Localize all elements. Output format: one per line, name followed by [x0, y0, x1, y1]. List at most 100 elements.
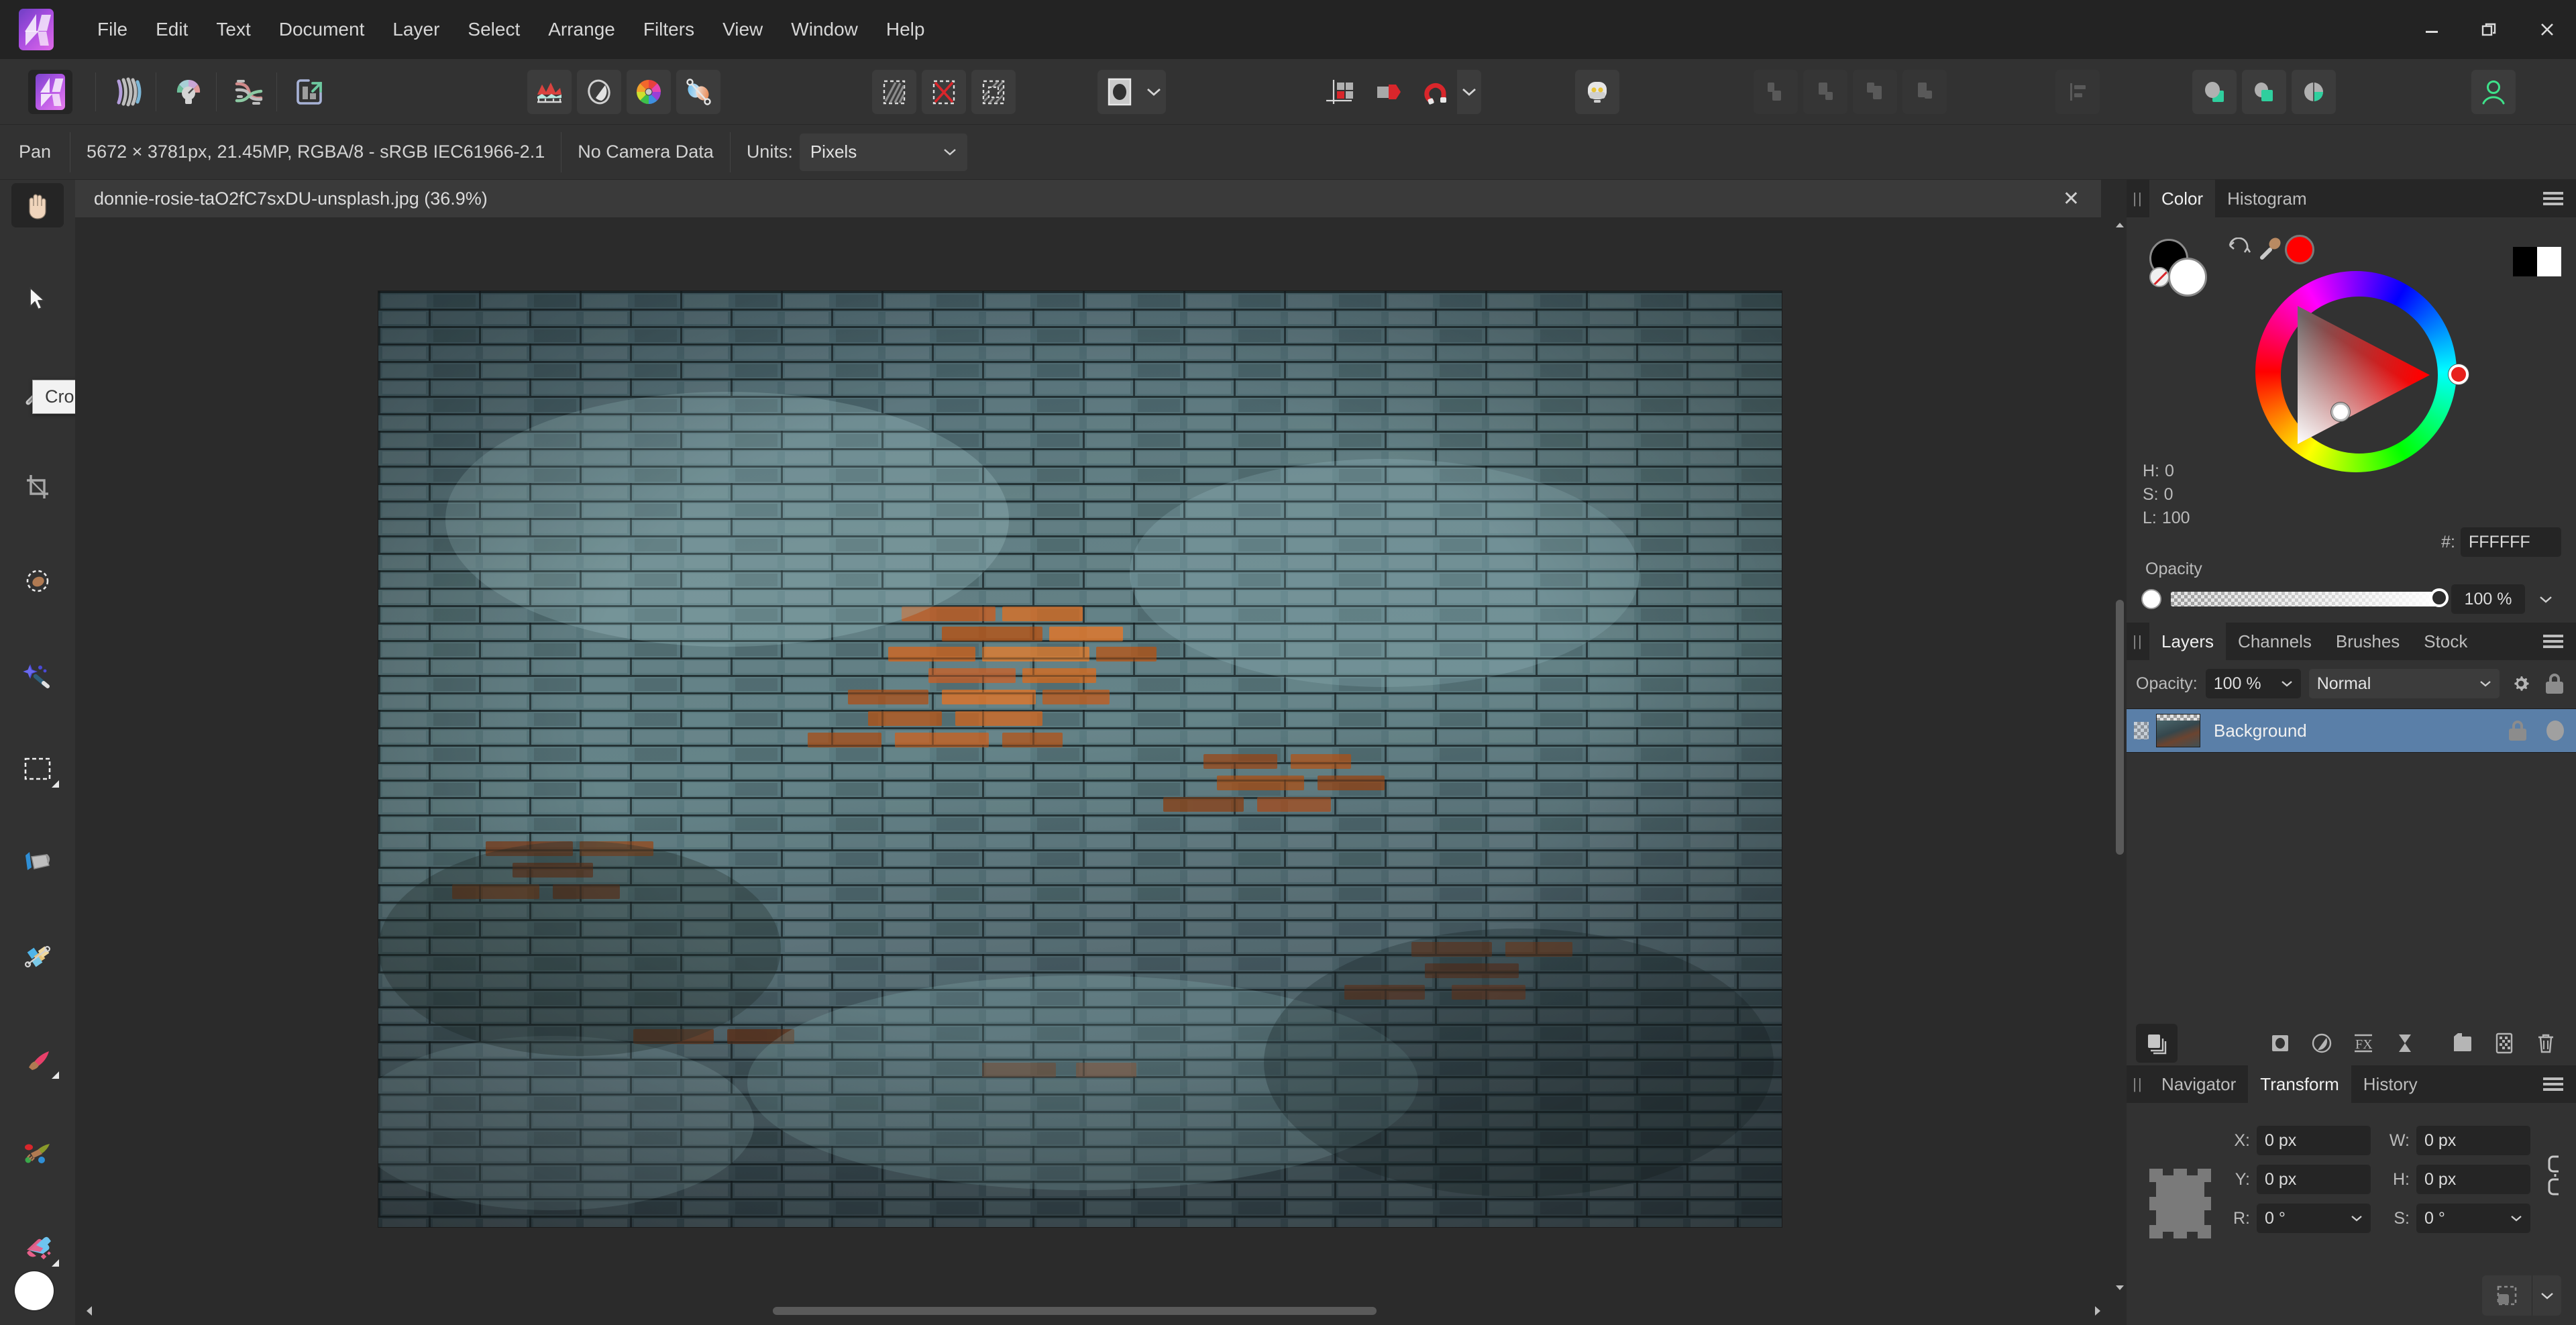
no-color-icon[interactable] [2149, 267, 2169, 287]
boolean-intersect-button[interactable] [2292, 70, 2336, 114]
picker-color-swatch[interactable] [2285, 235, 2314, 264]
magnet-snapping-button[interactable] [1415, 70, 1460, 114]
mask-dropdown-button[interactable] [1142, 70, 1166, 114]
hex-input[interactable]: FFFFFF [2461, 527, 2561, 557]
tone-mapping-persona-button[interactable] [227, 70, 271, 114]
transform-rotation-field[interactable]: 0 ° [2257, 1204, 2371, 1233]
layer-list-mode-button[interactable] [2136, 1024, 2178, 1063]
menu-item-window[interactable]: Window [777, 13, 872, 46]
menu-item-help[interactable]: Help [872, 13, 939, 46]
align-top-button[interactable] [1853, 70, 1897, 114]
account-button[interactable] [2471, 70, 2516, 114]
close-button[interactable] [2518, 0, 2576, 59]
canvas-area[interactable] [75, 217, 2127, 1295]
boolean-add-button[interactable] [2192, 70, 2237, 114]
tab-channels[interactable]: Channels [2226, 623, 2324, 660]
tab-stock[interactable]: Stock [2412, 623, 2479, 660]
assistant-button[interactable] [1575, 70, 1619, 114]
units-select[interactable]: Pixels [799, 133, 967, 171]
delete-layer-button[interactable] [2525, 1024, 2567, 1063]
hue-handle[interactable] [2449, 364, 2469, 384]
blend-mode-select[interactable]: Normal [2308, 669, 2500, 698]
layer-visibility-toggle[interactable] [2534, 721, 2576, 741]
opacity-slider[interactable] [2171, 588, 2449, 607]
canvas-horizontal-scrollbar[interactable] [75, 1297, 2127, 1325]
black-swatch[interactable] [2513, 247, 2537, 276]
menu-item-view[interactable]: View [708, 13, 777, 46]
menu-item-document[interactable]: Document [265, 13, 379, 46]
tab-history[interactable]: History [2351, 1065, 2430, 1103]
selection-brush-tool[interactable] [0, 555, 75, 606]
invert-selection-button[interactable] [971, 70, 1016, 114]
paint-brush-tool[interactable] [0, 1035, 75, 1085]
black-white-swatch[interactable] [2513, 247, 2561, 276]
scroll-right-arrow[interactable] [2089, 1302, 2106, 1320]
distribute-button[interactable] [2055, 70, 2100, 114]
menu-item-arrange[interactable]: Arrange [534, 13, 629, 46]
tab-color[interactable]: Color [2149, 180, 2216, 217]
tab-transform[interactable]: Transform [2248, 1065, 2351, 1103]
menu-item-text[interactable]: Text [202, 13, 264, 46]
layer-lock-icon[interactable] [2501, 721, 2534, 741]
deselect-button[interactable] [922, 70, 966, 114]
add-adjustment-button[interactable] [2301, 1024, 2343, 1063]
saturation-triangle[interactable] [2281, 297, 2438, 454]
transform-shear-field[interactable]: 0 ° [2416, 1204, 2530, 1233]
gradient-tool[interactable] [0, 931, 75, 982]
show-grid-button[interactable] [1316, 70, 1360, 114]
layer-opacity-input[interactable]: 100 % [2205, 669, 2301, 698]
marquee-tool[interactable] [0, 743, 75, 794]
maximize-restore-button[interactable] [2461, 0, 2518, 59]
menu-item-file[interactable]: File [83, 13, 142, 46]
color-picker-eyedropper[interactable] [2258, 235, 2285, 265]
adjustment-button[interactable] [577, 70, 621, 114]
foreground-color-swatch[interactable] [15, 1271, 54, 1310]
selection-mode-dropdown-button[interactable] [2532, 1275, 2561, 1316]
anchor-grid-icon[interactable] [2148, 1166, 2212, 1244]
liquify-persona-button[interactable] [106, 70, 150, 114]
menu-item-select[interactable]: Select [453, 13, 534, 46]
flood-fill-tool[interactable] [0, 837, 75, 888]
view-tool[interactable] [0, 180, 75, 231]
layers-panel-menu-button[interactable] [2540, 623, 2567, 660]
panel-grip-icon[interactable]: || [2127, 180, 2149, 217]
color-panel-menu-button[interactable] [2540, 180, 2567, 217]
live-filter-button[interactable] [676, 70, 720, 114]
mask-button[interactable] [1097, 70, 1142, 114]
scroll-up-arrow[interactable] [2113, 217, 2127, 232]
refine-selection-button[interactable] [872, 70, 916, 114]
photo-persona-button[interactable] [28, 70, 72, 114]
add-live-filter-button[interactable]: FX [2343, 1024, 2384, 1063]
transform-panel-menu-button[interactable] [2540, 1065, 2567, 1103]
panel-grip-icon[interactable]: || [2127, 623, 2149, 660]
white-swatch[interactable] [2537, 247, 2561, 276]
horizontal-scroll-thumb[interactable] [773, 1307, 1377, 1315]
saturation-handle[interactable] [2331, 403, 2350, 421]
tab-histogram[interactable]: Histogram [2215, 180, 2318, 217]
paint-mixer-tool[interactable] [0, 1128, 75, 1179]
snap-to-object-button[interactable] [1366, 70, 1410, 114]
scroll-left-arrow[interactable] [80, 1302, 98, 1320]
transform-h-field[interactable]: 0 px [2416, 1165, 2530, 1194]
menu-item-edit[interactable]: Edit [142, 13, 202, 46]
dodge-brush-tool[interactable] [0, 1316, 75, 1325]
background-color-circle[interactable] [2168, 258, 2207, 297]
selection-mode-button[interactable] [2482, 1275, 2532, 1316]
color-wheel[interactable] [2255, 271, 2469, 479]
add-pixel-layer-button[interactable] [2483, 1024, 2525, 1063]
color-wheel-button[interactable] [627, 70, 671, 114]
add-mask-button[interactable] [2259, 1024, 2301, 1063]
transform-y-field[interactable]: 0 px [2257, 1165, 2371, 1194]
magnet-dropdown-button[interactable] [1457, 70, 1481, 114]
table-row[interactable]: Background [2127, 708, 2576, 753]
link-ratio-icon[interactable] [2545, 1154, 2565, 1200]
transform-x-field[interactable]: 0 px [2257, 1126, 2371, 1155]
minimize-button[interactable] [2403, 0, 2461, 59]
erase-brush-tool[interactable] [0, 1222, 75, 1273]
vertical-scroll-thumb[interactable] [2116, 600, 2124, 855]
export-persona-button[interactable] [287, 70, 331, 114]
fg-bg-color-swatches[interactable] [2149, 239, 2230, 297]
document-tab[interactable]: donnie-rosie-taO2fC7sxDU-unsplash.jpg (3… [75, 180, 2101, 217]
boolean-subtract-button[interactable] [2242, 70, 2286, 114]
move-tool[interactable] [0, 274, 75, 325]
